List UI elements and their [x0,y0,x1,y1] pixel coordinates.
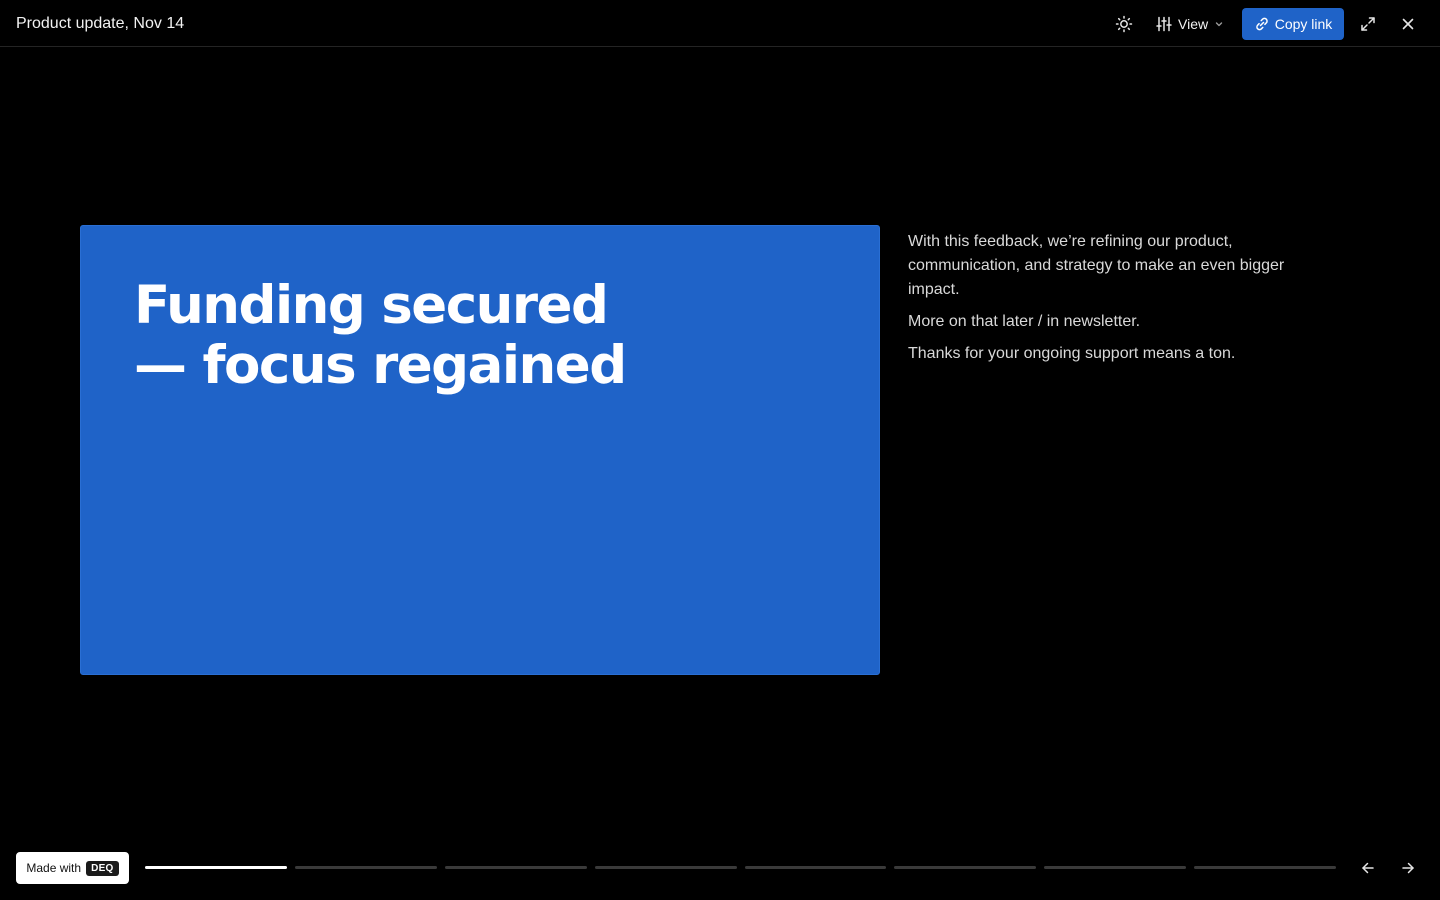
theme-toggle-button[interactable] [1110,10,1138,38]
arrow-right-icon [1402,862,1414,874]
slide-canvas: Funding secured — focus regained [80,225,880,675]
bottom-bar: Made with DEQ [0,848,1440,888]
sun-icon [1115,15,1133,33]
link-icon [1255,17,1268,31]
slide-progress [145,866,1336,870]
top-bar: Product update, Nov 14 View Copy link [0,0,1440,47]
next-slide-button[interactable] [1394,854,1422,882]
progress-segment-8[interactable] [1194,866,1336,869]
presentation-title: Product update, Nov 14 [16,15,185,32]
notes-paragraph: With this feedback, we’re refining our p… [908,233,1285,298]
brand-logo: DEQ [86,860,119,876]
speaker-notes: With this feedback, we’re refining our p… [908,230,1338,374]
close-button[interactable] [1394,10,1422,38]
previous-slide-button[interactable] [1354,854,1382,882]
progress-segment-1[interactable] [145,866,287,869]
view-label: View [1178,16,1209,32]
slide-heading-line-2: — focus regained [134,335,627,396]
arrow-left-icon [1362,862,1374,874]
notes-paragraph: More on that later / in newsletter. [908,313,1141,330]
slide-heading-line-1: Funding secured [134,275,609,336]
view-menu-button[interactable]: View [1150,10,1230,38]
progress-segment-3[interactable] [444,866,587,869]
expand-icon [1361,17,1375,31]
fullscreen-button[interactable] [1354,10,1382,38]
progress-segment-7[interactable] [1044,866,1187,869]
progress-segment-4[interactable] [594,866,737,869]
made-with-badge[interactable]: Made with DEQ [16,852,129,884]
progress-segment-6[interactable] [894,866,1037,869]
sliders-icon [1156,16,1172,32]
progress-segment-5[interactable] [744,866,887,869]
close-icon [1402,18,1414,30]
slide-heading: Funding secured — focus regained [134,276,774,396]
progress-segment-2[interactable] [294,866,437,869]
chevron-down-icon [1215,22,1223,27]
notes-paragraph: Thanks for your ongoing support means a … [908,345,1236,362]
copy-link-button[interactable]: Copy link [1242,8,1344,40]
made-with-label: Made with [26,861,82,875]
copy-link-label: Copy link [1274,16,1333,32]
